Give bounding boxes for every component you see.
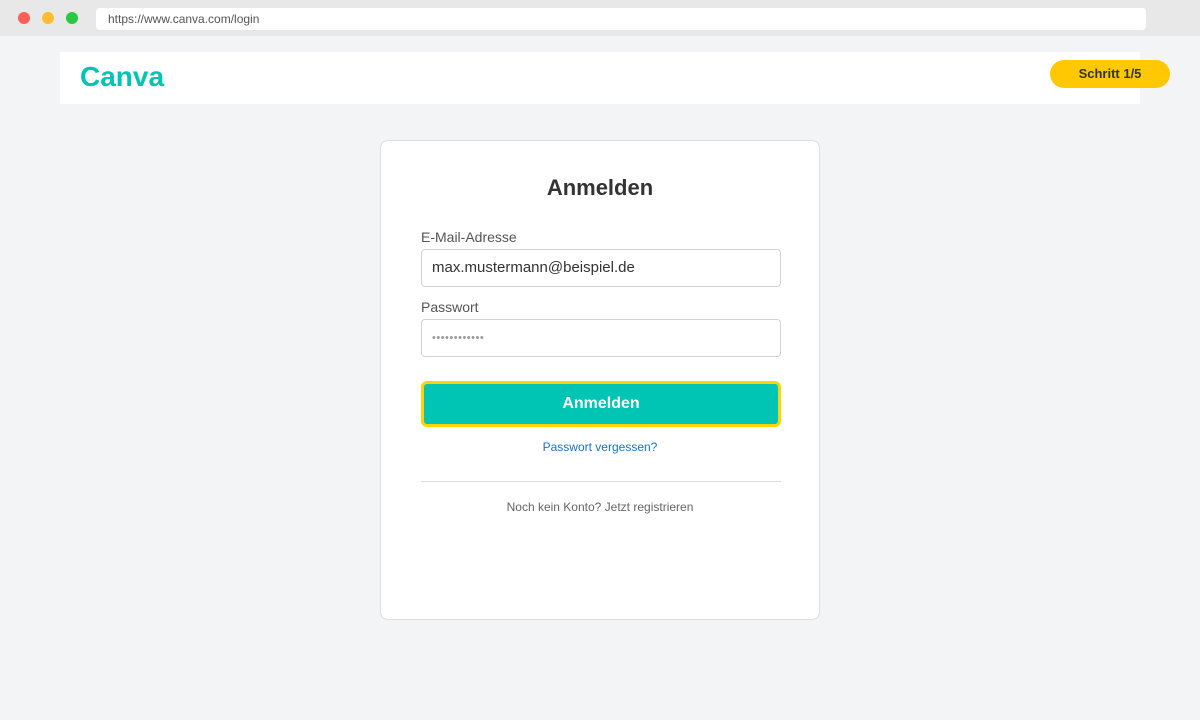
email-field[interactable]: max.mustermann@beispiel.de: [421, 249, 781, 287]
forgot-password-link[interactable]: Passwort vergessen?: [381, 440, 819, 454]
login-button[interactable]: Anmelden: [421, 381, 781, 427]
browser-chrome: https://www.canva.com/login: [0, 0, 1200, 36]
canva-logo[interactable]: Canva: [80, 59, 164, 95]
close-window-icon[interactable]: [18, 12, 30, 24]
address-bar[interactable]: https://www.canva.com/login: [96, 8, 1146, 30]
login-card: Anmelden E-Mail-Adresse max.mustermann@b…: [380, 140, 820, 620]
register-link[interactable]: Noch kein Konto? Jetzt registrieren: [381, 500, 819, 514]
password-label: Passwort: [421, 299, 479, 315]
minimize-window-icon[interactable]: [42, 12, 54, 24]
login-title: Anmelden: [546, 175, 654, 200]
site-header: Canva: [60, 52, 1140, 104]
email-label: E-Mail-Adresse: [421, 229, 517, 245]
password-field[interactable]: ••••••••••••: [421, 319, 781, 357]
step-badge: Schritt 1/5: [1050, 60, 1170, 88]
maximize-window-icon[interactable]: [66, 12, 78, 24]
divider: [421, 481, 781, 482]
